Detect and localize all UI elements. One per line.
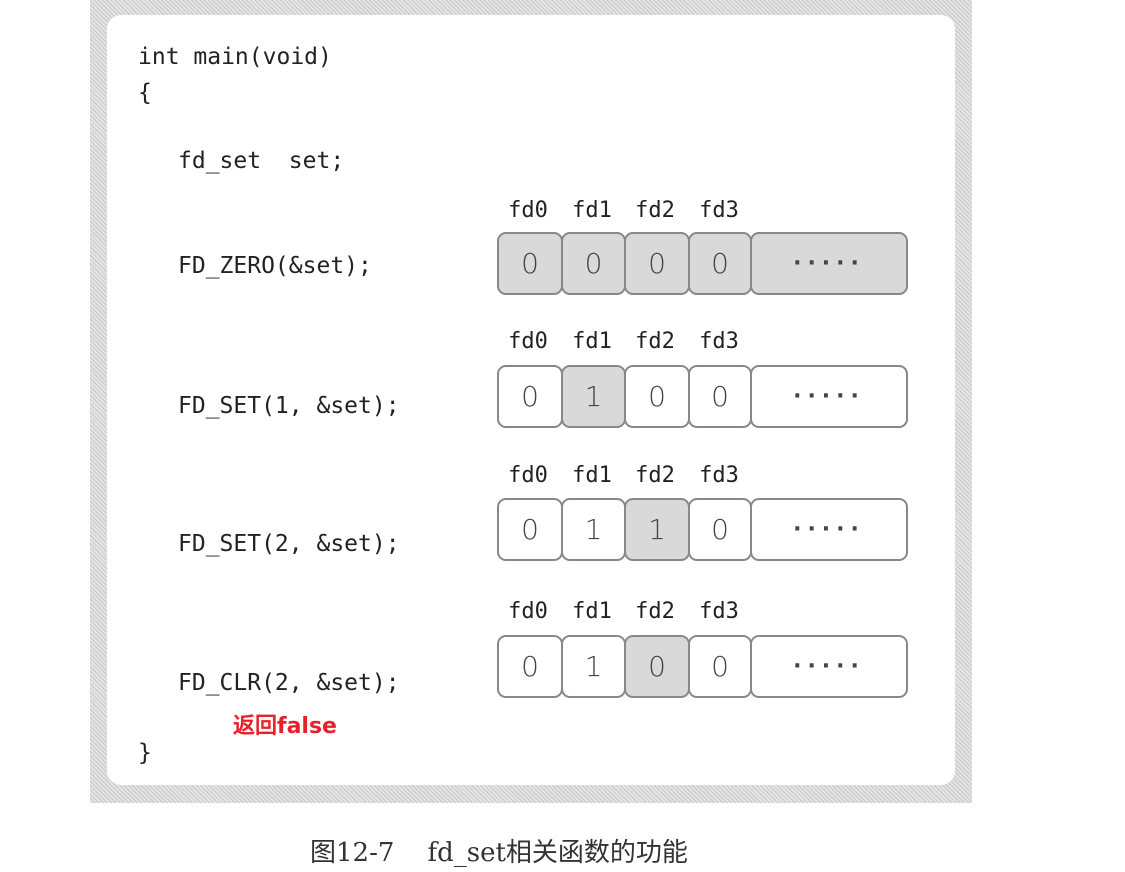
bit-cell: 0 <box>497 498 563 561</box>
fd-label: fd0 <box>508 198 548 223</box>
code-close-brace: } <box>138 740 152 766</box>
fd-label: fd1 <box>572 198 612 223</box>
bit-cell: 0 <box>624 365 690 428</box>
code-call: FD_SET(1, &set); <box>178 393 400 419</box>
fd-label: fd0 <box>508 329 548 354</box>
code-call: FD_ZERO(&set); <box>178 253 372 279</box>
code-declaration: fd_set set; <box>178 148 345 174</box>
fd-label: fd3 <box>699 329 739 354</box>
bit-cell: 0 <box>624 232 690 295</box>
ellipsis-cell: ····· <box>750 365 908 428</box>
fd-label: fd0 <box>508 463 548 488</box>
bit-cell: 0 <box>497 635 563 698</box>
bit-cell: 0 <box>497 365 563 428</box>
fd-label: fd2 <box>635 198 675 223</box>
code-call: FD_SET(2, &set); <box>178 531 400 557</box>
fd-label: fd2 <box>635 599 675 624</box>
fd-label: fd1 <box>572 329 612 354</box>
ellipsis-cell: ····· <box>750 498 908 561</box>
bit-cell: 1 <box>561 365 626 428</box>
bit-cell: 0 <box>688 365 752 428</box>
return-false-note: 返回false <box>233 714 337 739</box>
code-open-brace: { <box>138 80 152 106</box>
bit-cell: 0 <box>688 635 752 698</box>
bit-cell: 0 <box>688 232 752 295</box>
figure: int main(void) { fd_set set; FD_ZERO(&se… <box>0 0 1125 872</box>
fd-label: fd2 <box>635 329 675 354</box>
fd-label: fd3 <box>699 463 739 488</box>
bit-cell: 0 <box>497 232 563 295</box>
code-main-signature: int main(void) <box>138 44 332 70</box>
fd-label: fd3 <box>699 599 739 624</box>
bit-cell: 1 <box>561 498 626 561</box>
fd-label: fd0 <box>508 599 548 624</box>
fd-label: fd1 <box>572 599 612 624</box>
bit-cell: 0 <box>688 498 752 561</box>
ellipsis-cell: ····· <box>750 635 908 698</box>
bit-cell: 1 <box>624 498 690 561</box>
fd-label: fd3 <box>699 198 739 223</box>
fd-label: fd1 <box>572 463 612 488</box>
figure-caption: 图12-7 fd_set相关函数的功能 <box>310 838 688 868</box>
fd-label: fd2 <box>635 463 675 488</box>
bit-cell: 1 <box>561 635 626 698</box>
ellipsis-cell: ····· <box>750 232 908 295</box>
bit-cell: 0 <box>561 232 626 295</box>
code-call: FD_CLR(2, &set); <box>178 670 400 696</box>
bit-cell: 0 <box>624 635 690 698</box>
